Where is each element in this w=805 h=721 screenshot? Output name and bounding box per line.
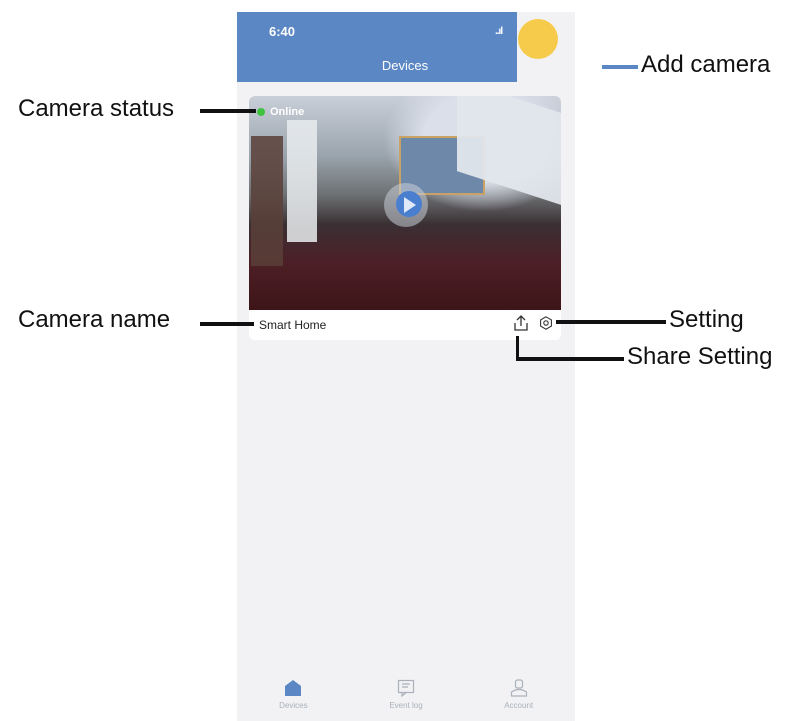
phone-screen: 6:40 ..ıl Devices Online Smart Home Devi…	[237, 12, 575, 721]
preview-scene	[251, 136, 283, 266]
status-text: Online	[270, 106, 305, 118]
play-icon	[404, 197, 416, 213]
tab-devices[interactable]: Devices	[237, 667, 350, 721]
tab-bar: Devices Event log Account	[237, 667, 575, 721]
status-badge: Online	[257, 106, 304, 118]
tab-label: Devices	[279, 701, 308, 710]
share-setting-callout: Share Setting	[627, 343, 773, 370]
tab-account[interactable]: Account	[462, 667, 575, 721]
add-camera-leader	[602, 65, 638, 69]
share-icon[interactable]	[513, 314, 529, 332]
status-time: 6:40	[269, 24, 296, 39]
play-button[interactable]	[384, 183, 428, 227]
share-setting-leader	[516, 357, 624, 361]
card-footer: Smart Home	[249, 310, 561, 340]
camera-name: Smart Home	[259, 318, 327, 332]
message-icon	[397, 679, 415, 697]
camera-status-leader	[200, 109, 256, 113]
tab-event-log[interactable]: Event log	[350, 667, 463, 721]
tab-label: Account	[504, 701, 534, 710]
home-icon	[285, 680, 302, 696]
user-icon	[510, 679, 527, 697]
preview-scene	[287, 120, 317, 242]
camera-name-leader	[200, 322, 254, 326]
online-dot-icon	[257, 108, 265, 116]
camera-card[interactable]: Online Smart Home	[249, 96, 561, 340]
camera-name-callout: Camera name	[18, 306, 171, 333]
page-title: Devices	[381, 58, 429, 73]
setting-leader	[556, 320, 666, 324]
add-camera-button[interactable]	[518, 19, 558, 59]
camera-preview[interactable]: Online	[249, 96, 561, 310]
signal-icon: ..ıl	[495, 26, 503, 37]
add-camera-callout: Add camera	[641, 51, 771, 78]
tab-label: Event log	[389, 701, 423, 710]
gear-icon[interactable]	[539, 316, 553, 330]
camera-status-callout: Camera status	[18, 95, 175, 122]
setting-callout: Setting	[669, 306, 744, 333]
